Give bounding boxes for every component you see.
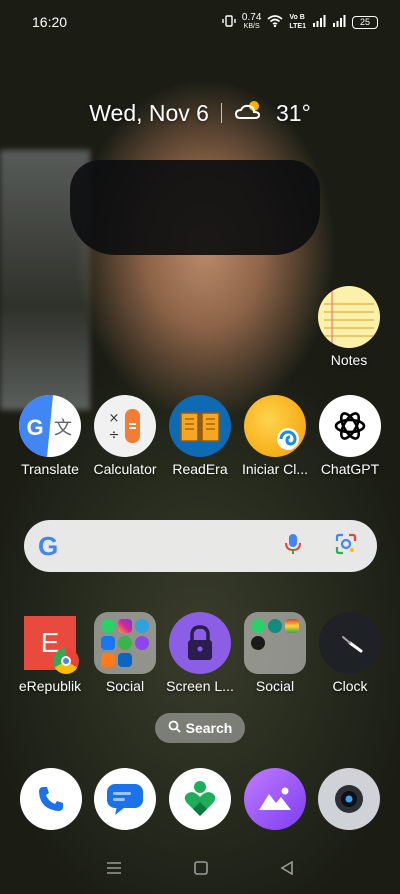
app-dark-icon: [251, 636, 265, 650]
app-iniciar-cl[interactable]: Iniciar Cl...: [237, 395, 313, 477]
app-clock[interactable]: Clock: [312, 612, 388, 694]
app-label: ReadEra: [172, 461, 228, 477]
wallpaper-sunglasses: [70, 160, 320, 255]
erepublik-icon: E: [19, 612, 81, 674]
app-search-button[interactable]: Search: [155, 713, 245, 743]
facebook-icon: [101, 636, 115, 650]
app-heart-icon[interactable]: [169, 768, 231, 830]
whatsapp-icon: [101, 619, 115, 633]
svg-text:÷: ÷: [109, 428, 120, 443]
whatsapp-business-icon: [268, 619, 282, 633]
gallery-icon[interactable]: [244, 768, 306, 830]
svg-text:文: 文: [54, 418, 72, 439]
camera-icon[interactable]: [318, 768, 380, 830]
iniciar-app-icon: [244, 395, 306, 457]
app-label: Social: [105, 678, 145, 694]
wifi-icon: [267, 14, 283, 30]
app-label: Clock: [332, 678, 368, 694]
app-multicolor-icon: [285, 619, 299, 633]
divider: [220, 103, 222, 123]
app-calculator[interactable]: × ÷ Calculator: [87, 395, 163, 477]
svg-text:G: G: [26, 415, 43, 440]
whatsapp-icon: [251, 619, 265, 633]
instagram-icon: [118, 619, 132, 633]
signal-icon: [312, 14, 326, 30]
app-label: Screen L...: [166, 678, 234, 694]
chrome-badge-icon: [53, 648, 79, 674]
search-label: Search: [185, 720, 233, 736]
app-label: Calculator: [93, 461, 157, 477]
google-g-icon: G: [38, 530, 59, 561]
phone-icon[interactable]: [20, 768, 82, 830]
app-erepublik[interactable]: E eRepublik: [12, 612, 88, 694]
clock-time: 16:20: [32, 14, 68, 30]
notes-icon: [318, 286, 380, 348]
social-folder-icon: [244, 612, 306, 674]
app-label: Iniciar Cl...: [241, 461, 309, 477]
translate-icon: G文: [19, 395, 81, 457]
search-icon: [168, 720, 181, 736]
navigation-bar: [0, 852, 400, 888]
recents-button[interactable]: [106, 861, 122, 880]
app-green-icon: [118, 636, 132, 650]
google-search-bar[interactable]: G: [24, 520, 377, 572]
app-label: eRepublik: [18, 678, 82, 694]
home-button[interactable]: [194, 860, 208, 880]
status-bar: 16:20 0.74 KB/S Vo B LTE1 25: [0, 0, 400, 44]
vibrate-icon: [222, 14, 236, 30]
notes-app[interactable]: Notes: [311, 286, 387, 368]
calculator-icon: × ÷: [94, 395, 156, 457]
messages-icon[interactable]: [94, 768, 156, 830]
app-label: ChatGPT: [320, 461, 380, 477]
temperature-text[interactable]: 31°: [276, 100, 311, 127]
clock-icon: [319, 612, 381, 674]
app-label: Social: [255, 678, 295, 694]
app-screen-lock[interactable]: Screen L...: [162, 612, 238, 694]
app-label: Translate: [21, 461, 79, 477]
signal-icon-2: [332, 14, 346, 30]
lens-icon[interactable]: [335, 533, 357, 560]
app-translate[interactable]: G文 Translate: [12, 395, 88, 477]
status-icons: 0.74 KB/S Vo B LTE1 25: [222, 13, 378, 31]
linkedin-icon: [118, 653, 132, 667]
app-orange-icon: [101, 653, 115, 667]
back-button[interactable]: [280, 860, 294, 880]
app-purple-icon: [135, 636, 149, 650]
app-readera[interactable]: ReadEra: [162, 395, 238, 477]
network-speed: 0.74 KB/S: [241, 12, 262, 31]
folder-social-1[interactable]: Social: [87, 612, 163, 694]
telegram-icon: [135, 619, 149, 633]
social-folder-icon: [94, 612, 156, 674]
date-text[interactable]: Wed, Nov 6: [89, 100, 209, 127]
screen-lock-icon: [169, 612, 231, 674]
partly-cloudy-icon: [234, 99, 264, 127]
folder-social-2[interactable]: Social: [237, 612, 313, 694]
battery-icon: 25: [352, 15, 378, 29]
volte-indicator: Vo B LTE1: [289, 14, 306, 30]
mic-icon[interactable]: [285, 533, 301, 560]
notes-label: Notes: [330, 352, 368, 368]
chatgpt-icon: [319, 395, 381, 457]
date-weather-widget[interactable]: Wed, Nov 6 31°: [0, 95, 400, 131]
app-chatgpt[interactable]: ChatGPT: [312, 395, 388, 477]
readera-icon: [169, 395, 231, 457]
svg-text:×: ×: [109, 411, 120, 426]
